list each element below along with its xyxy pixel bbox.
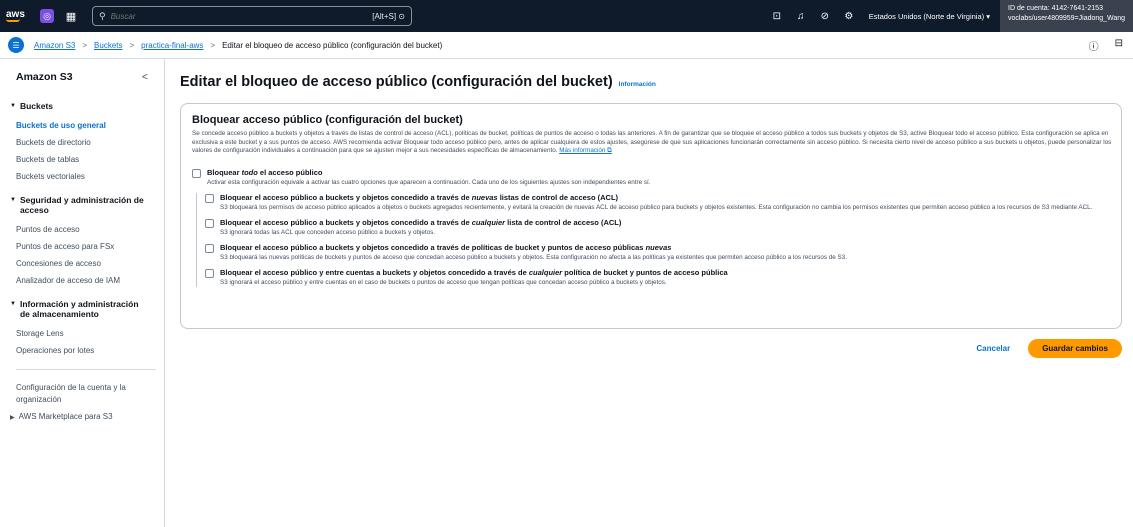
top-navigation: aws ◎ ▦ ⚲ [Alt+S] ⊙ ⊡ ♫ ⊘ ⚙ Estados Unid… <box>0 0 1133 32</box>
sidebar-section-buckets[interactable]: ▼ Buckets <box>10 101 148 111</box>
page-title-text: Editar el bloqueo de acceso público (con… <box>180 74 613 90</box>
chevron-right-icon: > <box>129 40 135 50</box>
sidebar-title-text: Amazon S3 <box>16 71 73 83</box>
sidebar-section-almacenamiento[interactable]: ▼ Información y administración de almacen… <box>10 299 148 319</box>
breadcrumb-bar: ☰ Amazon S3 > Buckets > practica-final-a… <box>0 32 1133 59</box>
sub-options-group: Bloquear el acceso público a buckets y o… <box>196 192 1110 287</box>
sidebar-item-marketplace[interactable]: ▶ AWS Marketplace para S3 <box>10 412 148 421</box>
search-input[interactable] <box>110 11 373 21</box>
breadcrumb-current: Editar el bloqueo de acceso público (con… <box>222 40 443 50</box>
option-any-acl: Bloquear el acceso público a buckets y o… <box>205 218 1110 237</box>
sidebar-item-concesiones[interactable]: Concesiones de acceso <box>16 255 148 272</box>
help-icon[interactable]: ⊘ <box>813 0 837 32</box>
block-public-access-panel: Bloquear acceso público (configuración d… <box>180 103 1122 329</box>
region-selector[interactable]: Estados Unidos (Norte de Virginia) ▾ <box>869 12 990 21</box>
panel-title: Bloquear acceso público (configuración d… <box>192 114 463 126</box>
sidebar: Amazon S3 < ▼ Buckets Buckets de uso gene… <box>0 59 165 527</box>
hamburger-menu-icon[interactable]: ☰ <box>8 37 24 53</box>
sidebar-item-configuracion-cuenta[interactable]: Configuración de la cuenta y la organiza… <box>16 382 148 406</box>
search-bar[interactable]: ⚲ [Alt+S] ⊙ <box>92 6 412 26</box>
sidebar-item-storage-lens[interactable]: Storage Lens <box>16 325 148 342</box>
account-menu[interactable]: ID de cuenta: 4142-7641-2153 voclabs/use… <box>1000 0 1133 32</box>
aws-logo[interactable]: aws <box>6 8 28 22</box>
option-new-acl-checkbox[interactable] <box>205 193 214 203</box>
collapse-sidebar-icon[interactable]: < <box>142 71 148 83</box>
option-new-acl-label[interactable]: Bloquear el acceso público a buckets y o… <box>220 193 1092 202</box>
breadcrumb-amazon-s3[interactable]: Amazon S3 <box>34 41 75 50</box>
sidebar-item-buckets-uso-general[interactable]: Buckets de uso general <box>16 117 148 134</box>
option-new-policies: Bloquear el acceso público a buckets y o… <box>205 243 1110 262</box>
option-any-policies-label[interactable]: Bloquear el acceso público y entre cuent… <box>220 268 728 277</box>
caret-down-icon: ▼ <box>10 301 16 307</box>
sidebar-item-analizador-iam[interactable]: Analizador de acceso de IAM <box>16 272 148 289</box>
aws-logo-text: aws <box>6 8 25 20</box>
block-all-checkbox[interactable] <box>192 168 201 178</box>
info-link[interactable]: Información <box>619 81 656 88</box>
option-new-policies-checkbox[interactable] <box>205 243 214 253</box>
chevron-right-icon: > <box>210 40 216 50</box>
option-new-policies-description: S3 bloqueará las nuevas políticas de buc… <box>220 253 847 261</box>
option-new-acl-description: S3 bloqueará los permisos de acceso públ… <box>220 203 1093 211</box>
sidebar-item-buckets-tablas[interactable]: Buckets de tablas <box>16 151 148 168</box>
info-circle-icon[interactable]: ⓘ <box>1089 38 1099 53</box>
caret-down-icon: ▼ <box>10 103 16 109</box>
chevron-right-icon: > <box>82 40 88 50</box>
panel-description-text: Se concede acceso público a buckets y ob… <box>192 130 1112 155</box>
search-icon: ⚲ <box>99 10 106 21</box>
sidebar-item-buckets-directorio[interactable]: Buckets de directorio <box>16 134 148 151</box>
main-content: Editar el bloqueo de acceso público (con… <box>180 59 1122 358</box>
option-any-acl-description: S3 ignorará todas las ACL que conceden a… <box>220 228 436 236</box>
breadcrumb-bucket-name[interactable]: practica-final-aws <box>141 41 203 50</box>
block-all-label[interactable]: Bloquear todo el acceso público <box>207 168 651 177</box>
settings-gear-icon[interactable]: ⚙ <box>837 0 861 32</box>
panel-toggle-icon[interactable]: ⊟ <box>1115 38 1123 53</box>
external-link-icon: ⧉ <box>607 147 612 155</box>
option-any-policies-checkbox[interactable] <box>205 268 214 278</box>
option-new-acl: Bloquear el acceso público a buckets y o… <box>205 193 1110 212</box>
option-any-policies-description: S3 ignorará el acceso público y entre cu… <box>220 278 667 286</box>
sidebar-item-puntos-acceso[interactable]: Puntos de acceso <box>16 221 148 238</box>
sidebar-item-puntos-acceso-fsx[interactable]: Puntos de acceso para FSx <box>16 238 148 255</box>
cancel-button[interactable]: Cancelar <box>976 344 1010 353</box>
cloudshell-icon[interactable]: ⊡ <box>765 0 789 32</box>
option-any-policies: Bloquear el acceso público y entre cuent… <box>205 268 1110 287</box>
account-id: ID de cuenta: 4142-7641-2153 <box>1008 5 1103 12</box>
account-user: voclabs/user4809959=Jiadong_Wang <box>1008 15 1126 22</box>
more-info-link[interactable]: Más información ⧉ <box>559 147 611 154</box>
option-any-acl-checkbox[interactable] <box>205 218 214 228</box>
services-grid-icon[interactable]: ▦ <box>62 7 80 25</box>
option-any-acl-label[interactable]: Bloquear el acceso público a buckets y o… <box>220 218 621 227</box>
page-title: Editar el bloqueo de acceso público (con… <box>180 74 1122 94</box>
sidebar-item-operaciones-lotes[interactable]: Operaciones por lotes <box>16 342 148 359</box>
panel-description: Se concede acceso público a buckets y ob… <box>192 130 1112 156</box>
form-actions: Cancelar Guardar cambios <box>976 339 1122 358</box>
sidebar-item-buckets-vectoriales[interactable]: Buckets vectoriales <box>16 168 148 185</box>
sidebar-divider <box>16 369 156 370</box>
search-shortcut: [Alt+S] ⊙ <box>372 11 405 21</box>
notifications-bell-icon[interactable]: ♫ <box>789 0 813 32</box>
block-all-description: Activar esta configuración equivale a ac… <box>207 178 651 186</box>
caret-right-icon: ▶ <box>10 415 15 421</box>
caret-down-icon: ▼ <box>10 197 16 203</box>
sidebar-title: Amazon S3 < <box>16 71 148 83</box>
save-changes-button[interactable]: Guardar cambios <box>1028 339 1122 358</box>
block-all-option: Bloquear todo el acceso público Activar … <box>192 168 1110 187</box>
option-new-policies-label[interactable]: Bloquear el acceso público a buckets y o… <box>220 243 847 252</box>
sidebar-section-seguridad[interactable]: ▼ Seguridad y administración de acceso <box>10 195 148 215</box>
amazon-q-icon[interactable]: ◎ <box>38 7 56 25</box>
breadcrumb-buckets[interactable]: Buckets <box>94 41 122 50</box>
